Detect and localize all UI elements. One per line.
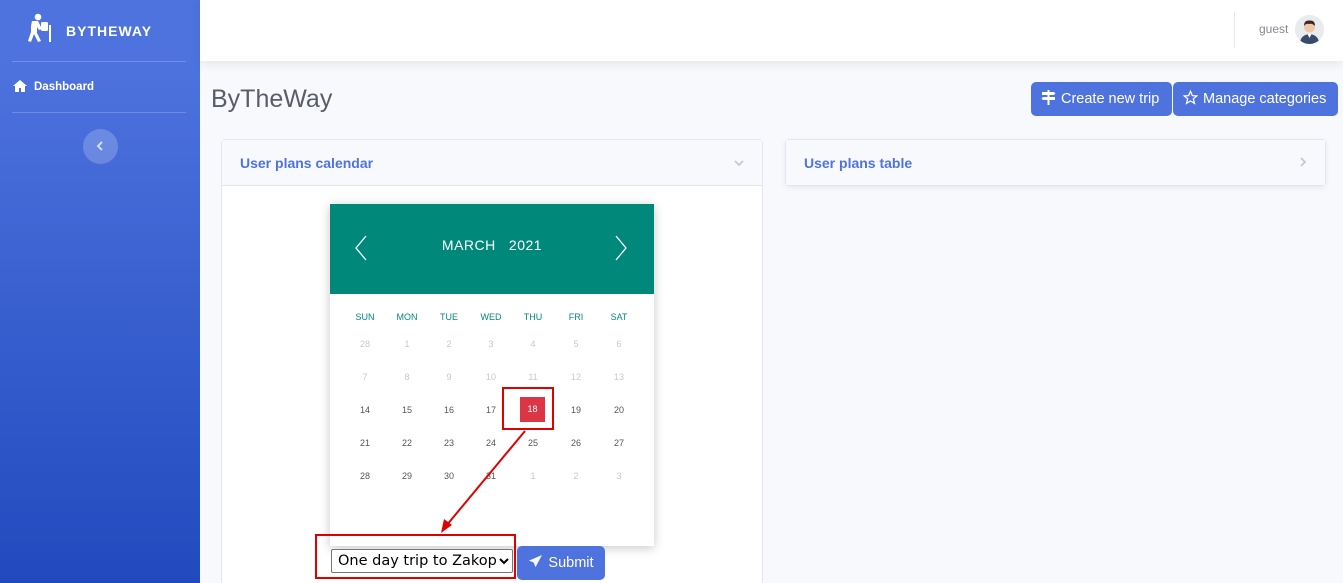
sidebar-item-label: Dashboard — [34, 81, 95, 93]
next-month-icon[interactable] — [614, 234, 628, 267]
submit-button[interactable]: Submit — [517, 546, 605, 580]
calendar-header: MARCH 2021 — [330, 204, 654, 294]
calendar-day[interactable]: 17 — [470, 405, 512, 415]
calendar-day[interactable]: 30 — [428, 471, 470, 481]
card-title: User plans calendar — [240, 154, 374, 171]
page-title: ByTheWay — [211, 85, 333, 113]
manage-categories-label: Manage categories — [1203, 91, 1327, 107]
sidebar-toggle-button[interactable] — [82, 129, 118, 164]
topbar: guest — [200, 0, 1343, 61]
calendar-day[interactable]: 12 — [555, 372, 597, 382]
calendar-card-header[interactable]: User plans calendar — [222, 140, 762, 186]
weekday-label: FRI — [568, 312, 584, 322]
calendar-day[interactable]: 22 — [386, 438, 428, 448]
calendar-day-selected[interactable]: 18 — [520, 397, 545, 422]
calendar-day[interactable]: 8 — [386, 372, 428, 382]
weekday-label: SAT — [610, 312, 628, 322]
create-new-trip-label: Create new trip — [1061, 91, 1160, 107]
weekday-label: THU — [523, 312, 543, 322]
calendar-day[interactable]: 5 — [555, 339, 597, 349]
signpost-icon — [1041, 89, 1056, 109]
weekday-label: TUE — [440, 312, 458, 322]
submit-label: Submit — [548, 555, 594, 571]
manage-categories-button[interactable]: Manage categories — [1173, 82, 1338, 116]
weekday-label: WED — [480, 312, 502, 322]
calendar-widget: MARCH 2021 SUN MON TUE WED THU FRI SAT 28 1 2 3 4 5 6… — [330, 204, 654, 546]
calendar-day[interactable]: 21 — [344, 438, 386, 448]
brand[interactable]: BYTHEWAY — [0, 0, 200, 61]
brand-name: BYTHEWAY — [66, 22, 153, 39]
home-icon — [13, 79, 27, 95]
weekday-label: SUN — [355, 312, 375, 322]
topbar-divider — [1234, 12, 1235, 48]
calendar-day[interactable]: 2 — [428, 339, 470, 349]
calendar-day[interactable]: 19 — [555, 405, 597, 415]
calendar-day[interactable]: 20 — [598, 405, 640, 415]
calendar-day[interactable]: 23 — [428, 438, 470, 448]
create-new-trip-button[interactable]: Create new trip — [1031, 82, 1172, 116]
calendar-day[interactable]: 9 — [428, 372, 470, 382]
weekday-label: MON — [396, 312, 418, 322]
calendar-day[interactable]: 3 — [470, 339, 512, 349]
calendar-month-year: MARCH 2021 — [330, 237, 654, 253]
avatar[interactable] — [1295, 15, 1324, 44]
paper-plane-icon — [528, 554, 543, 573]
table-card: User plans table — [785, 139, 1326, 186]
table-card-header[interactable]: User plans table — [786, 140, 1325, 185]
calendar-day[interactable]: 16 — [428, 405, 470, 415]
calendar-day[interactable]: 14 — [344, 405, 386, 415]
calendar-day[interactable]: 4 — [512, 339, 554, 349]
hiker-logo-icon — [28, 13, 54, 48]
calendar-day[interactable]: 7 — [344, 372, 386, 382]
calendar-day[interactable]: 15 — [386, 405, 428, 415]
trip-select[interactable]: One day trip to Zakopane — [331, 549, 513, 573]
chevron-left-icon — [96, 138, 104, 156]
calendar-day[interactable]: 27 — [598, 438, 640, 448]
calendar-day[interactable]: 25 — [512, 438, 554, 448]
calendar-day[interactable]: 31 — [470, 471, 512, 481]
calendar-day[interactable]: 3 — [598, 471, 640, 481]
calendar-day[interactable]: 1 — [386, 339, 428, 349]
calendar-day[interactable]: 13 — [598, 372, 640, 382]
calendar-day[interactable]: 28 — [344, 339, 386, 349]
star-icon — [1182, 89, 1199, 109]
calendar-day[interactable]: 10 — [470, 372, 512, 382]
user-name[interactable]: guest — [1259, 22, 1288, 36]
chevron-down-icon[interactable] — [734, 154, 744, 172]
sidebar: BYTHEWAY Dashboard — [0, 0, 200, 583]
sidebar-divider — [12, 112, 186, 113]
calendar-day[interactable]: 6 — [598, 339, 640, 349]
calendar-day[interactable]: 1 — [512, 471, 554, 481]
calendar-day[interactable]: 2 — [555, 471, 597, 481]
calendar-day[interactable]: 28 — [344, 471, 386, 481]
calendar-month: MARCH — [441, 237, 496, 253]
calendar-day[interactable]: 29 — [386, 471, 428, 481]
sidebar-item-dashboard[interactable]: Dashboard — [0, 62, 200, 112]
calendar-day[interactable]: 26 — [555, 438, 597, 448]
calendar-year: 2021 — [508, 237, 543, 253]
calendar-day[interactable]: 24 — [470, 438, 512, 448]
calendar-day[interactable]: 11 — [512, 372, 554, 382]
card-title: User plans table — [804, 154, 913, 171]
chevron-right-icon[interactable] — [1299, 154, 1307, 172]
